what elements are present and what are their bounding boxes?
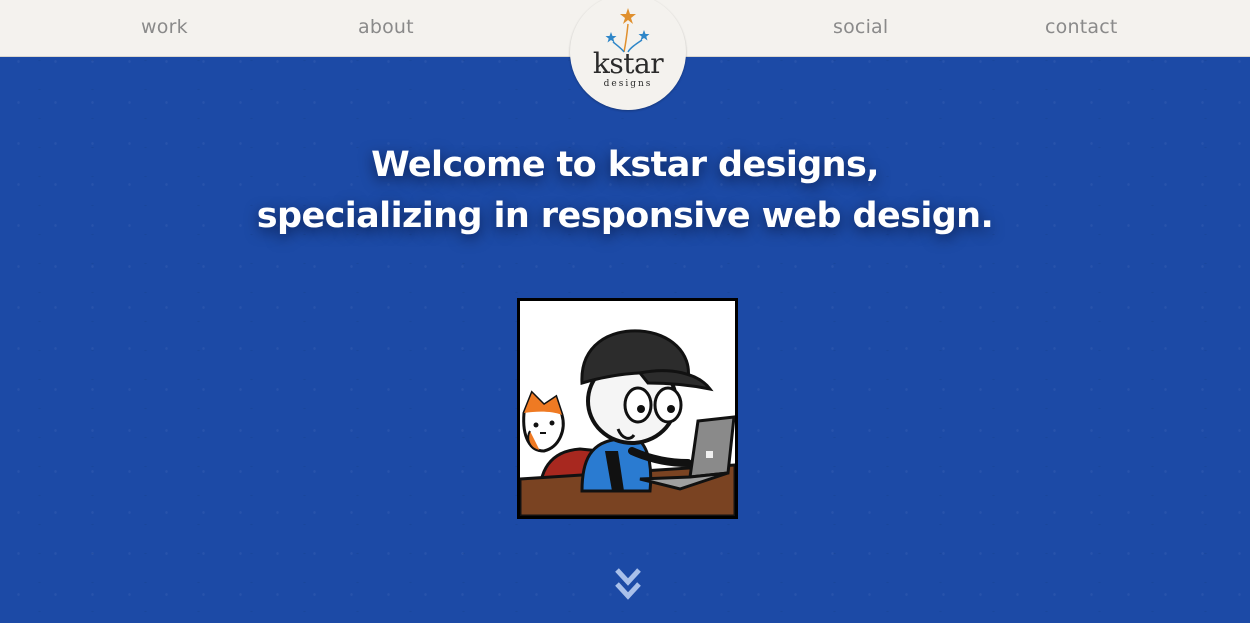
nav-link-contact[interactable]: contact [1045,16,1118,38]
hero-headline-line2: specializing in responsive web design. [256,196,994,236]
avatar-illustration [517,298,738,519]
hero-headline: Welcome to kstar designs, specializing i… [0,140,1250,242]
hero-headline-line1: Welcome to kstar designs, [371,145,879,185]
logo-home-link[interactable]: kstar designs [570,0,686,110]
cartoon-avatar-with-laptop-and-cat [520,301,735,516]
logo-wordmark: kstar [592,47,664,80]
logo-tagline: designs [603,79,653,89]
double-chevron-down-icon[interactable] [614,566,642,602]
nav-link-about[interactable]: about [358,16,414,38]
nav-link-work[interactable]: work [141,16,188,38]
nav-link-social[interactable]: social [833,16,888,38]
